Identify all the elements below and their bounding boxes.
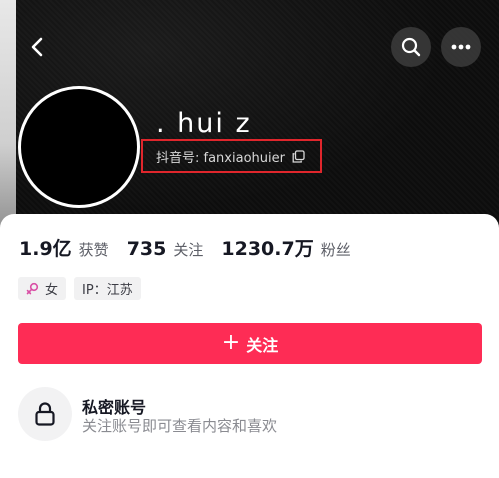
stat-followers[interactable]: 1230.7万 粉丝 xyxy=(221,234,350,261)
nickname: . hui z xyxy=(156,108,252,139)
chevron-left-icon xyxy=(27,36,49,58)
gender-tag: 女 xyxy=(18,277,67,300)
search-button[interactable] xyxy=(391,27,431,67)
stat-label: 关注 xyxy=(173,241,204,259)
stat-label: 粉丝 xyxy=(320,241,351,259)
follow-label: 关注 xyxy=(246,335,279,355)
stat-following[interactable]: 735 关注 xyxy=(127,238,204,260)
stats-row: 1.9亿 获赞 735 关注 1230.7万 粉丝 xyxy=(19,234,369,261)
douyin-id-text: 抖音号: fanxiaohuier xyxy=(156,151,285,166)
search-icon xyxy=(400,36,422,58)
ip-label: IP：江苏 xyxy=(82,283,133,298)
douyin-id[interactable]: 抖音号: fanxiaohuier xyxy=(156,147,305,166)
stat-value: 1230.7万 xyxy=(221,238,314,260)
lock-icon xyxy=(34,401,56,427)
left-edge-strip xyxy=(0,0,16,240)
stat-value: 735 xyxy=(126,238,167,260)
back-button[interactable] xyxy=(18,27,58,67)
copy-icon[interactable] xyxy=(292,150,305,163)
female-icon xyxy=(26,282,39,295)
private-lock-badge xyxy=(18,387,72,441)
profile-tags: 女 IP：江苏 xyxy=(18,277,141,300)
more-button[interactable] xyxy=(441,27,481,67)
plus-icon: + xyxy=(221,329,241,355)
follow-button[interactable]: + 关注 xyxy=(18,323,482,364)
avatar[interactable] xyxy=(18,86,140,208)
stat-value: 1.9亿 xyxy=(19,238,72,260)
ip-tag: IP：江苏 xyxy=(74,277,141,300)
stat-label: 获赞 xyxy=(78,241,109,259)
private-account-description: 关注账号即可查看内容和喜欢 xyxy=(82,417,278,435)
stat-likes[interactable]: 1.9亿 获赞 xyxy=(19,234,109,261)
more-horizontal-icon xyxy=(450,43,472,51)
gender-label: 女 xyxy=(45,283,59,298)
